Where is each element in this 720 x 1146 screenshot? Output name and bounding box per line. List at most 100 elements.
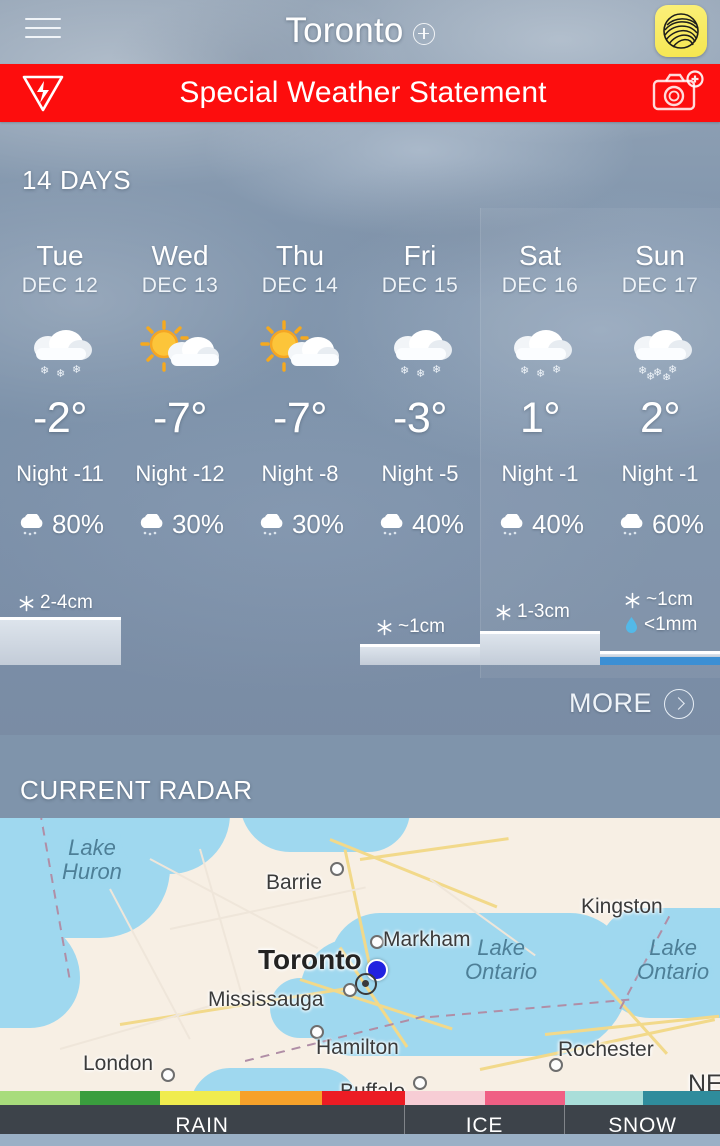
day-precip-probability: 40% xyxy=(376,509,464,540)
legend-swatch-8 xyxy=(643,1091,720,1105)
globe-sphere-icon[interactable] xyxy=(655,5,707,57)
camera-plus-icon[interactable] xyxy=(634,70,720,116)
sun-cloud-icon xyxy=(258,314,342,384)
snowflake-icon xyxy=(377,619,392,635)
day-of-week: Thu xyxy=(275,240,325,271)
day-date: DEC 14 xyxy=(261,274,339,297)
accumulation-label-day-5-rain: <1mm xyxy=(624,614,697,636)
cloud-snow-icon: ❄ ❄ ❄ xyxy=(18,314,102,384)
radar-map[interactable]: Lake Huron Lake Ontario Lake Ontario Bar… xyxy=(0,818,720,1098)
day-of-week: Tue xyxy=(36,240,84,271)
city-title-group[interactable]: Toronto xyxy=(0,0,720,62)
city-label-kingston: Kingston xyxy=(581,895,663,918)
city-label-toronto: Toronto xyxy=(258,944,362,975)
raindrop-icon xyxy=(626,617,637,633)
snowflake-icon xyxy=(19,595,34,611)
bottom-strip xyxy=(0,1134,720,1146)
svg-text:❄: ❄ xyxy=(536,367,545,380)
legend-swatch-0 xyxy=(0,1091,80,1105)
accumulation-bar-day-5-rain xyxy=(600,657,720,665)
day-precip-probability: 40% xyxy=(496,509,584,540)
day-of-week: Sat xyxy=(518,240,562,271)
day-high-temp: 2° xyxy=(639,394,681,442)
accumulation-label-day-4: 1-3cm xyxy=(495,601,570,623)
weather-alert-banner[interactable]: Special Weather Statement xyxy=(0,64,720,122)
more-button[interactable]: MORE xyxy=(0,676,720,731)
svg-text:❄: ❄ xyxy=(432,363,441,376)
cloud-drizzle-icon xyxy=(380,513,403,535)
accumulation-bar-day-3 xyxy=(360,644,480,665)
lake-label-ontario-east: Lake Ontario xyxy=(637,935,710,984)
day-precip-probability: 80% xyxy=(16,509,104,540)
radar-legend-colors xyxy=(0,1091,720,1105)
city-label-rochester: Rochester xyxy=(558,1038,654,1061)
city-label-london: London xyxy=(83,1052,154,1075)
day-date: DEC 16 xyxy=(501,274,579,297)
more-label: MORE xyxy=(569,688,652,718)
location-target-icon[interactable] xyxy=(355,973,377,995)
svg-text:❄: ❄ xyxy=(400,364,409,377)
lightning-triangle-icon xyxy=(0,72,86,114)
city-marker-mississauga xyxy=(343,983,357,997)
city-marker-markham xyxy=(370,935,384,949)
svg-text:❄: ❄ xyxy=(552,363,561,376)
city-label-markham: Markham xyxy=(383,928,471,951)
day-night-temp: Night -11 xyxy=(16,461,104,486)
radar-section-title: CURRENT RADAR xyxy=(20,775,253,805)
day-night-temp: Night -12 xyxy=(135,461,225,486)
accumulation-bar-day-4 xyxy=(480,631,600,665)
weather-app-screen: Toronto Special Weather Statement 14 DAY… xyxy=(0,0,720,1146)
legend-swatch-7 xyxy=(565,1091,643,1105)
pop-value: 40% xyxy=(531,509,585,539)
day-date: DEC 13 xyxy=(141,274,219,297)
day-high-temp: 1° xyxy=(519,394,561,442)
alert-text: Special Weather Statement xyxy=(179,76,547,109)
accumulation-label-day-0: 2-4cm xyxy=(18,592,93,614)
cloud-snow-icon: ❄ ❄ ❄ ❄ ❄ xyxy=(618,314,702,384)
day-precip-probability: 30% xyxy=(136,509,224,540)
pop-value: 40% xyxy=(411,509,465,539)
cloud-snow-icon: ❄ ❄ ❄ xyxy=(498,314,582,384)
plus-circle-icon[interactable] xyxy=(412,22,435,45)
lake-label-huron: Lake Huron xyxy=(62,835,122,884)
day-high-temp: -2° xyxy=(33,394,87,442)
pop-value: 60% xyxy=(651,509,705,539)
accumulation-label-day-5-snow: ~1cm xyxy=(624,589,693,611)
pop-value: 80% xyxy=(51,509,105,539)
day-high-temp: -3° xyxy=(393,394,447,442)
accumulation-chart: 2-4cm ~1cm 1-3cm ~1cm <1mm xyxy=(0,578,720,673)
rain-amount: <1mm xyxy=(644,614,698,635)
day-precip-probability: 30% xyxy=(256,509,344,540)
legend-swatch-5 xyxy=(405,1091,485,1105)
city-label-barrie: Barrie xyxy=(266,871,323,894)
snow-amount: 2-4cm xyxy=(40,592,93,613)
svg-text:❄: ❄ xyxy=(40,364,49,377)
day-date: DEC 17 xyxy=(621,274,699,297)
svg-text:❄: ❄ xyxy=(662,371,671,380)
day-night-temp: Night -1 xyxy=(501,461,579,486)
cloud-drizzle-icon xyxy=(260,513,283,535)
day-of-week: Wed xyxy=(151,240,209,271)
page-title: Toronto xyxy=(285,11,404,50)
pop-value: 30% xyxy=(291,509,345,539)
snowflake-icon xyxy=(496,604,511,620)
day-high-temp: -7° xyxy=(153,394,207,442)
day-date: DEC 12 xyxy=(21,274,99,297)
pop-value: 30% xyxy=(171,509,225,539)
svg-text:❄: ❄ xyxy=(646,370,655,380)
day-high-temp: -7° xyxy=(273,394,327,442)
city-marker-barrie xyxy=(330,862,344,876)
svg-text:❄: ❄ xyxy=(56,367,65,380)
day-precip-probability: 60% xyxy=(616,509,704,540)
legend-swatch-3 xyxy=(240,1091,322,1105)
snow-amount: ~1cm xyxy=(646,589,693,610)
day-night-temp: Night -1 xyxy=(621,461,699,486)
legend-swatch-1 xyxy=(80,1091,160,1105)
city-marker-buffalo xyxy=(413,1076,427,1090)
legend-swatch-6 xyxy=(485,1091,565,1105)
top-bar: Toronto xyxy=(0,0,720,62)
city-label-mississauga: Mississauga xyxy=(208,988,324,1011)
cloud-drizzle-icon xyxy=(620,513,643,535)
day-of-week: Sun xyxy=(635,240,685,271)
cloud-drizzle-icon xyxy=(140,513,163,535)
